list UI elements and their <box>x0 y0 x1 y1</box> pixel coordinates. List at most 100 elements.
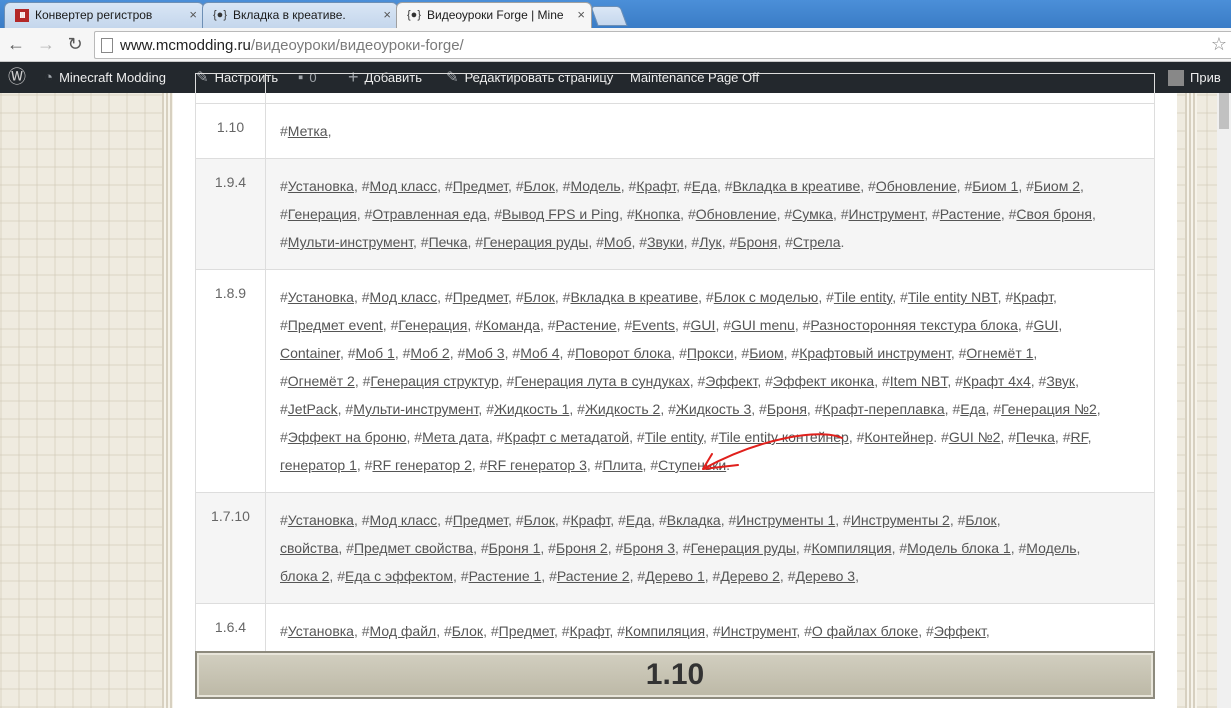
tag-link[interactable]: Tile entity NBT <box>908 289 998 305</box>
tag-link[interactable]: Жидкость 2 <box>585 401 660 417</box>
tag-link[interactable]: Tile entity <box>834 289 892 305</box>
tag-link[interactable]: Инструменты 2 <box>851 512 950 528</box>
tag-link[interactable]: Жидкость 3 <box>676 401 751 417</box>
tag-link[interactable]: Мод класс <box>370 512 438 528</box>
tag-link[interactable]: Растение 2 <box>557 568 630 584</box>
tag-link[interactable]: Огнемёт 2 <box>288 373 355 389</box>
tag-link[interactable]: Эффект <box>934 623 986 639</box>
tag-link[interactable]: Звуки <box>647 234 684 250</box>
tag-link[interactable]: Еда <box>692 178 717 194</box>
tag-link[interactable]: Установка <box>288 623 354 639</box>
site-name-link[interactable]: ◔ Minecraft Modding <box>44 62 166 93</box>
tag-link[interactable]: Вкладка в креативе <box>733 178 861 194</box>
tag-link[interactable]: О файлах блоке <box>812 623 918 639</box>
tag-link[interactable]: Инструмент <box>849 206 925 222</box>
tag-link[interactable]: Растение <box>940 206 1001 222</box>
tag-link[interactable]: Предмет <box>453 289 508 305</box>
tag-link[interactable]: Установка <box>288 289 354 305</box>
tag-link[interactable]: Установка <box>288 512 354 528</box>
tag-link[interactable]: Мод класс <box>370 289 438 305</box>
tag-link[interactable]: RF <box>1070 429 1087 445</box>
tag-link[interactable]: GUI <box>1033 317 1058 333</box>
close-icon[interactable]: × <box>383 7 391 22</box>
tag-link[interactable]: Генерация №2 <box>1001 401 1097 417</box>
tag-link[interactable]: Дерево 2 <box>720 568 780 584</box>
tag-link[interactable]: Жидкость 1 <box>494 401 569 417</box>
tag-link[interactable]: Броня 3 <box>623 540 675 556</box>
tag-link[interactable]: Мод класс <box>370 178 438 194</box>
tag-link[interactable]: Крафт с метадатой <box>504 429 629 445</box>
reload-icon[interactable]: ↻ <box>63 32 87 56</box>
tag-link[interactable]: Крафт <box>570 512 610 528</box>
tag-link[interactable]: Предмет <box>499 623 554 639</box>
tag-link[interactable]: Эффект иконка <box>773 373 874 389</box>
tag-link[interactable]: Установка <box>288 178 354 194</box>
tag-link[interactable]: Компиляция <box>811 540 891 556</box>
tag-link[interactable]: Эффект <box>705 373 757 389</box>
tag-link[interactable]: Блок с моделью <box>714 289 819 305</box>
tag-link[interactable]: Генерация структур <box>370 373 498 389</box>
tag-link[interactable]: Генерация лута в сундуках <box>514 373 689 389</box>
back-arrow-icon[interactable]: ← <box>4 32 28 56</box>
tag-link[interactable]: Крафт <box>636 178 676 194</box>
tag-link[interactable]: Мульти-инструмент <box>353 401 478 417</box>
tag-link[interactable]: Предмет event <box>288 317 383 333</box>
tag-link[interactable]: Контейнер <box>864 429 933 445</box>
tag-link[interactable]: Метка <box>288 123 328 139</box>
tag-link[interactable]: RF генератор 2 <box>372 457 471 473</box>
tag-link[interactable]: Кнопка <box>635 206 680 222</box>
scrollbar-thumb[interactable] <box>1219 93 1229 129</box>
tag-link[interactable]: Дерево 1 <box>645 568 705 584</box>
account-menu[interactable]: Прив <box>1168 62 1221 93</box>
tag-link[interactable]: Броня <box>767 401 807 417</box>
tag-link[interactable]: Модель <box>570 178 620 194</box>
tag-link[interactable]: Своя броня <box>1016 206 1092 222</box>
tag-link[interactable]: Инструмент <box>721 623 797 639</box>
close-icon[interactable]: × <box>577 7 585 22</box>
tag-link[interactable]: Генерация <box>398 317 467 333</box>
tag-link[interactable]: Дерево 3 <box>796 568 856 584</box>
tag-link[interactable]: Броня <box>737 234 777 250</box>
tag-link[interactable]: Крафт 4x4 <box>963 373 1031 389</box>
tag-link[interactable]: блока 2 <box>280 568 329 584</box>
tag-link[interactable]: Tile entity <box>645 429 703 445</box>
address-bar[interactable]: www.mcmodding.ru/видеоуроки/видеоуроки-f… <box>94 31 1231 59</box>
close-icon[interactable]: × <box>189 7 197 22</box>
tag-link[interactable]: Крафтовый инструмент <box>799 345 951 361</box>
tag-link[interactable]: Биом 1 <box>972 178 1018 194</box>
tag-link[interactable]: GUI menu <box>731 317 795 333</box>
tag-link[interactable]: Биом 2 <box>1034 178 1080 194</box>
tag-link[interactable]: Container <box>280 345 340 361</box>
tag-link[interactable]: Крафт-переплавка <box>823 401 945 417</box>
tag-link[interactable]: Моб 3 <box>465 345 504 361</box>
tag-link[interactable]: Обновление <box>876 178 957 194</box>
bookmark-star-icon[interactable]: ☆ <box>1211 34 1227 55</box>
tag-link[interactable]: Звук <box>1046 373 1075 389</box>
tag-link[interactable]: Еда с эффектом <box>345 568 453 584</box>
tag-link[interactable]: Предмет свойства <box>354 540 473 556</box>
tag-link[interactable]: Вывод FPS и Ping <box>502 206 619 222</box>
tag-link[interactable]: Модель блока 1 <box>907 540 1011 556</box>
tag-link[interactable]: Моб 1 <box>356 345 395 361</box>
tag-link[interactable]: Биом <box>749 345 783 361</box>
tag-link[interactable]: Броня 1 <box>489 540 541 556</box>
tag-link[interactable]: Разносторонняя текстура блока <box>810 317 1017 333</box>
tag-link[interactable]: RF генератор 3 <box>487 457 586 473</box>
tag-link[interactable]: GUI №2 <box>949 429 1001 445</box>
tag-link[interactable]: Команда <box>483 317 540 333</box>
tag-link[interactable]: генератор 1 <box>280 457 357 473</box>
tag-link[interactable]: Генерация руды <box>691 540 796 556</box>
tag-link[interactable]: Мета дата <box>422 429 489 445</box>
tag-link[interactable]: Прокси <box>687 345 734 361</box>
tag-link[interactable]: Крафт <box>570 623 610 639</box>
tag-link[interactable]: Генерация руды <box>483 234 588 250</box>
tag-link[interactable]: Плита <box>602 457 642 473</box>
tag-link[interactable]: Блок <box>965 512 996 528</box>
tag-link[interactable]: Растение <box>556 317 617 333</box>
tag-link[interactable]: Мульти-инструмент <box>288 234 413 250</box>
tag-link[interactable]: Моб <box>604 234 632 250</box>
tag-link[interactable]: Сумка <box>792 206 833 222</box>
tag-link[interactable]: Предмет <box>453 178 508 194</box>
tab-forge-videos[interactable]: {●} Видеоуроки Forge | Mine × <box>396 2 592 28</box>
tag-link[interactable]: Ступеньки <box>658 457 726 473</box>
